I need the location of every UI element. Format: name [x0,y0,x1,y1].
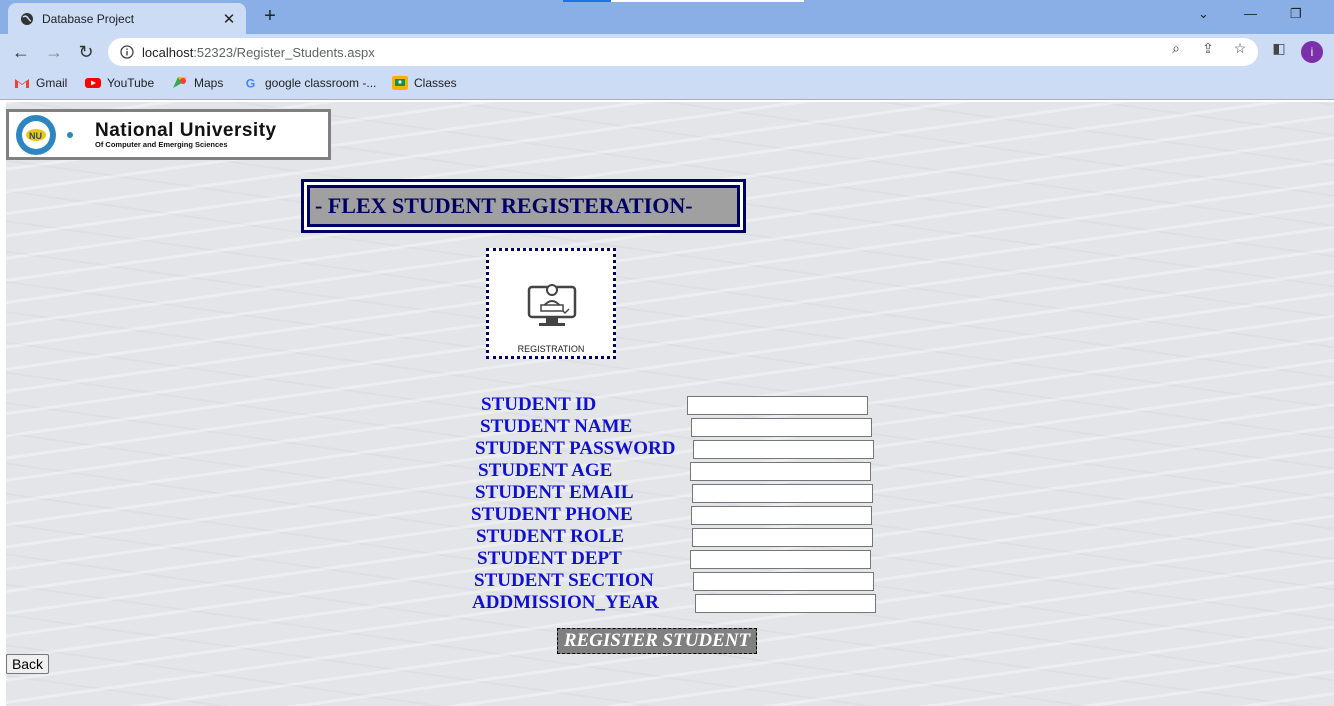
student-role-input[interactable] [692,528,873,547]
tab-title: Database Project [42,11,135,26]
bookmark-label: YouTube [107,76,155,90]
student-age-input[interactable] [690,462,871,481]
address-bar[interactable]: localhost:52323/Register_Students.aspx [108,38,1258,66]
new-tab-button[interactable]: + [260,6,280,26]
restore-icon[interactable]: ❐ [1290,6,1302,22]
registration-computer-icon [527,284,577,326]
tab-search-icon[interactable]: ⌄ [1198,6,1209,22]
student-role-label: STUDENT ROLE [476,526,625,547]
url-path: :52323/Register_Students.aspx [193,44,375,60]
student-name-input[interactable] [691,418,872,437]
university-logo: NU National University Of Computer and E… [6,109,331,160]
bookmark-gmail[interactable]: Gmail [14,76,67,90]
page-left-edge [0,102,6,706]
registration-caption: REGISTRATION [517,344,585,354]
registration-image: REGISTRATION [486,248,616,359]
student-phone-label: STUDENT PHONE [471,504,633,525]
back-arrow-icon[interactable]: ← [11,42,31,62]
student-password-label: STUDENT PASSWORD [475,438,676,459]
google-icon: G [246,76,256,90]
admission-year-input[interactable] [695,594,876,613]
share-icon[interactable]: ⇪ [1199,39,1217,57]
side-panel-icon[interactable]: ◧ [1270,39,1288,57]
student-section-input[interactable] [693,572,874,591]
tab-close-icon[interactable]: ✕ [220,10,238,28]
tab-drag-indicator [563,0,611,2]
registration-heading: - FLEX STUDENT REGISTERATION- [301,179,746,233]
student-age-label: STUDENT AGE [478,460,613,481]
globe-icon [21,12,33,25]
maps-icon [173,77,187,88]
bookmark-maps[interactable]: Maps [172,76,223,90]
student-password-input[interactable] [693,440,874,459]
university-seal-icon: NU [16,114,73,155]
student-id-label: STUDENT ID [481,394,597,415]
svg-text:G: G [246,76,256,90]
student-id-input[interactable] [687,396,868,415]
tab-drag-indicator-2 [611,0,804,2]
url-host: localhost [142,44,194,60]
logo-title: National University [95,119,277,141]
student-dept-label: STUDENT DEPT [477,548,622,569]
reload-icon[interactable]: ↻ [76,42,96,62]
minimize-icon[interactable]: — [1244,6,1257,21]
student-email-label: STUDENT EMAIL [475,482,634,503]
zoom-icon[interactable]: ⌕ [1167,39,1185,57]
bookmark-label: Maps [194,76,224,90]
gmail-icon [15,79,29,88]
bookmarks-bar: Gmail YouTube Maps G google classroom -.… [0,70,1334,100]
student-section-label: STUDENT SECTION [474,570,654,591]
student-email-input[interactable] [692,484,873,503]
back-button[interactable]: Back [6,654,49,674]
tab-strip: Database Project ✕ + ⌄ — ❐ [0,0,1334,34]
classroom-icon [392,76,408,90]
forward-arrow-icon[interactable]: → [44,42,64,62]
info-icon [120,45,134,59]
register-student-button[interactable]: REGISTER STUDENT [557,628,757,654]
page-title: - FLEX STUDENT REGISTERATION- [315,193,693,218]
bookmark-star-icon[interactable]: ☆ [1231,39,1249,57]
bookmark-label: google classroom -... [265,76,377,90]
bookmark-classes[interactable]: Classes [392,76,457,90]
profile-avatar[interactable]: i [1301,41,1323,63]
svg-text:NU: NU [29,131,42,141]
youtube-icon [85,78,101,88]
browser-toolbar: ← → ↻ localhost:52323/Register_Students.… [0,34,1334,70]
page-body: NU National University Of Computer and E… [0,102,1334,706]
bookmark-google-classroom[interactable]: G google classroom -... [243,76,377,90]
url-text: localhost:52323/Register_Students.aspx [142,45,375,60]
bookmark-label: Gmail [36,76,68,90]
student-phone-input[interactable] [691,506,872,525]
student-dept-input[interactable] [690,550,871,569]
student-name-label: STUDENT NAME [480,416,633,437]
logo-subtitle: Of Computer and Emerging Sciences [95,139,228,149]
bookmark-label: Classes [414,76,457,90]
browser-tab[interactable]: Database Project ✕ [8,3,246,34]
admission-year-label: ADDMISSION_YEAR [472,592,659,613]
bookmark-youtube[interactable]: YouTube [85,76,154,90]
